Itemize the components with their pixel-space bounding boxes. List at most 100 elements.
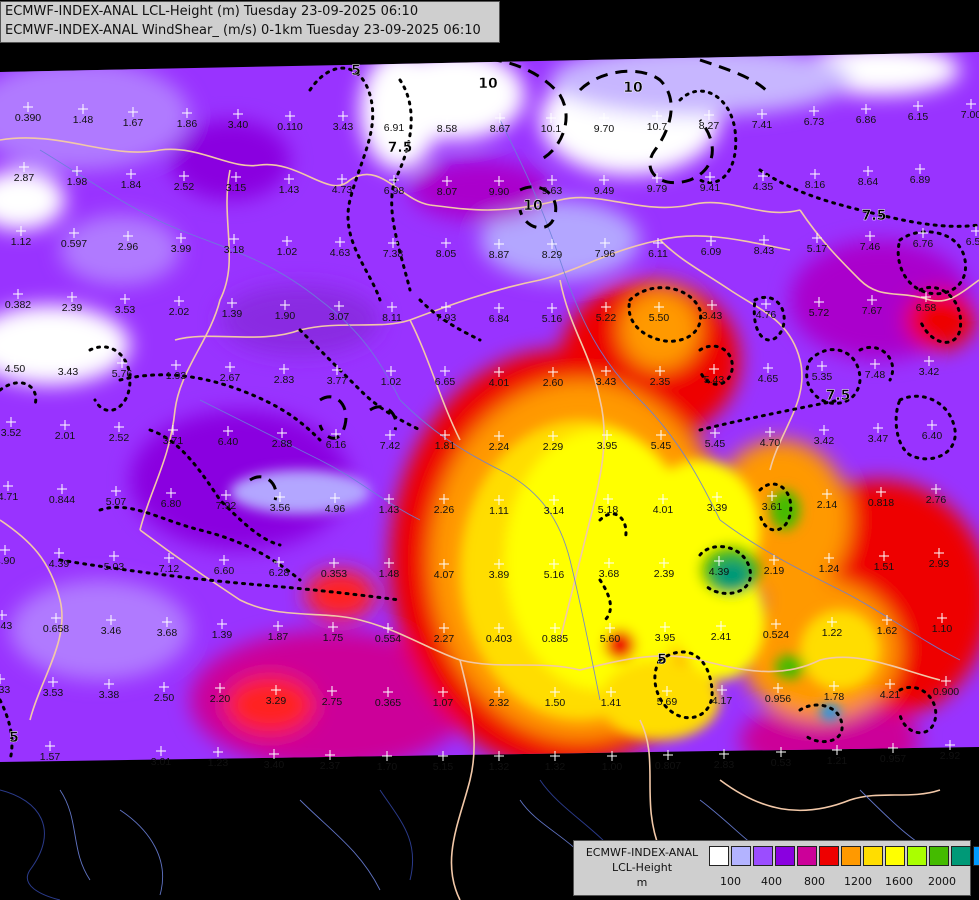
grid-value-label: 0.403 [486, 633, 512, 645]
grid-value-label: 5.60 [600, 633, 621, 645]
grid-value-label: 1.48 [379, 568, 400, 580]
grid-value-label: 1.67 [123, 117, 144, 129]
grid-value-label: 0.818 [868, 497, 894, 509]
legend-tick-label: 1200 [844, 875, 872, 888]
grid-value-label: 2.01 [55, 430, 76, 442]
grid-value-label: 1.07 [433, 697, 454, 709]
grid-value-label: 5.17 [807, 243, 828, 255]
grid-value-label: 3.38 [99, 689, 120, 701]
grid-value-label: 10.1 [541, 123, 562, 135]
grid-value-label: 3.56 [270, 502, 291, 514]
grid-value-label: 3.53 [115, 304, 136, 316]
grid-value-label: 2.60 [543, 377, 564, 389]
legend-color-swatch [709, 846, 729, 866]
grid-value-label: 5.03 [104, 561, 125, 573]
grid-value-label: 9.70 [594, 123, 615, 135]
grid-value-label: 2.50 [154, 692, 175, 704]
grid-value-label: 6.51 [966, 236, 979, 248]
grid-value-label: 3.07 [329, 311, 350, 323]
grid-value-label: 2.87 [14, 172, 35, 184]
grid-value-label: 2.41 [711, 631, 732, 643]
grid-value-label: 4.65 [758, 373, 779, 385]
grid-value-label: 3.43 [333, 121, 354, 133]
legend-unit: m [636, 876, 648, 889]
grid-value-label: 0.957 [880, 753, 906, 765]
grid-value-label: 6.58 [916, 302, 937, 314]
grid-value-label: 2.83 [274, 374, 295, 386]
contour-label: 7.5 [862, 208, 887, 224]
grid-value-label: 7.12 [159, 563, 180, 575]
grid-value-label: 1.62 [877, 625, 898, 637]
legend-tick-label: 100 [720, 875, 741, 888]
grid-value-label: 8.27 [699, 120, 720, 132]
grid-value-label: 0.53 [771, 757, 792, 769]
header-line-windshear: ECMWF-INDEX-ANAL WindShear_ (m/s) 0-1km … [5, 23, 481, 38]
grid-value-label: 1.51 [874, 561, 895, 573]
grid-value-label: 5.43 [704, 374, 725, 386]
grid-value-label: 8.67 [490, 123, 511, 135]
grid-value-label: 5.50 [649, 312, 670, 324]
grid-value-label: 6.65 [435, 376, 456, 388]
grid-value-label: 7.48 [865, 369, 886, 381]
grid-value-label: 3.29 [266, 695, 287, 707]
grid-value-label: 0.353 [321, 568, 347, 580]
grid-value-label: 4.17 [712, 695, 733, 707]
grid-value-label: 3.39 [707, 502, 728, 514]
legend-tick-label: 400 [761, 875, 782, 888]
grid-value-label: 0.382 [5, 299, 31, 311]
legend-swatches [709, 846, 979, 866]
grid-value-label: 1.86 [177, 118, 198, 130]
grid-value-label: 3.95 [655, 632, 676, 644]
legend-color-swatch [863, 846, 883, 866]
grid-value-label: 5.45 [651, 440, 672, 452]
grid-value-label: 9.41 [700, 182, 721, 194]
legend-color-swatch [929, 846, 949, 866]
grid-value-label: 6.98 [384, 185, 405, 197]
grid-value-label: 1.90 [275, 310, 296, 322]
map-header: ECMWF-INDEX-ANAL LCL-Height (m) Tuesday … [0, 1, 500, 43]
grid-value-label: 2.93 [929, 558, 950, 570]
grid-value-label: 3.53 [43, 687, 64, 699]
legend-title-variable: LCL-Height [611, 861, 673, 874]
grid-value-label: 2.75 [322, 696, 343, 708]
grid-value-label: 2.24 [489, 441, 510, 453]
grid-value-label: 4.73 [332, 184, 353, 196]
grid-value-label: 3.52 [1, 427, 22, 439]
grid-value-label: 4.07 [434, 569, 455, 581]
grid-value-label: 2.32 [489, 697, 510, 709]
grid-value-label: 1.23 [208, 757, 229, 769]
grid-value-label: 0.956 [765, 693, 791, 705]
grid-value-label: 4.76 [756, 309, 777, 321]
grid-value-label: 4.43 [0, 620, 12, 632]
grid-value-label: 7.42 [380, 440, 401, 452]
grid-value-label: 3.46 [101, 625, 122, 637]
grid-value-label: 4.21 [880, 689, 901, 701]
grid-value-label: 1.87 [268, 631, 289, 643]
grid-value-label: 3.42 [919, 366, 940, 378]
grid-value-label: 0.554 [375, 633, 401, 645]
grid-value-label: 1.02 [277, 246, 298, 258]
legend-title: ECMWF-INDEX-ANAL LCL-Height m [576, 845, 708, 890]
grid-value-label: 3.14 [544, 505, 565, 517]
grid-value-label: 2.39 [654, 568, 675, 580]
grid-value-label: 2.14 [817, 499, 838, 511]
contour-label: 10 [523, 198, 543, 214]
grid-value-label: 3.68 [599, 568, 620, 580]
grid-value-label: 1.78 [824, 691, 845, 703]
grid-value-label: 1.70 [377, 761, 398, 773]
grid-value-label: 2.67 [220, 372, 241, 384]
grid-value-label: 7.46 [860, 241, 881, 253]
grid-value-label: 1.75 [323, 632, 344, 644]
grid-value-label: 6.15 [908, 111, 929, 123]
grid-value-label: 1.02 [381, 376, 402, 388]
grid-value-label: 6.40 [922, 430, 943, 442]
grid-value-label: 7.00 [961, 109, 979, 121]
grid-value-label: 3.43 [58, 366, 79, 378]
grid-value-label: 0.885 [542, 633, 568, 645]
lcl-height-map: 5 10 10 7.5 10 7.5 7.5 5 5 0.390 1.48 1.67 1.86 3.40… [0, 52, 979, 900]
grid-value-label: 4.96 [325, 503, 346, 515]
legend-title-source: ECMWF-INDEX-ANAL [585, 846, 699, 859]
grid-value-label: 8.87 [489, 249, 510, 261]
grid-value-label: 7.67 [862, 305, 883, 317]
legend-tick-label: 2000 [928, 875, 956, 888]
